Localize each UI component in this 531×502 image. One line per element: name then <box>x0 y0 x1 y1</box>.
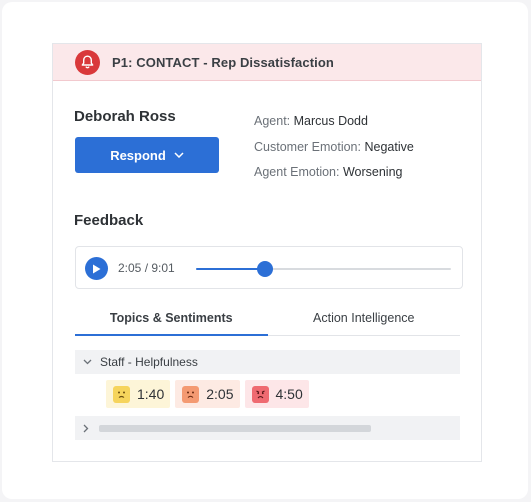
progress-track[interactable] <box>196 261 451 277</box>
agent-value: Marcus Dodd <box>293 114 368 128</box>
agent-label: Agent: <box>254 114 291 128</box>
customer-emotion-label: Customer Emotion: <box>254 139 361 154</box>
alert-title: P1: CONTACT - Rep Dissatisfaction <box>112 54 334 70</box>
tab-action-intelligence[interactable]: Action Intelligence <box>268 301 461 335</box>
customer-emotion-value: Negative <box>364 139 414 154</box>
moment-chip[interactable]: 2:05 <box>175 380 240 408</box>
moment-time: 2:05 <box>206 386 234 402</box>
frown-face-icon <box>182 385 200 403</box>
customer-emotion-line: Customer Emotion: Negative <box>254 135 414 161</box>
play-icon <box>93 264 101 273</box>
progress-fill <box>196 268 265 270</box>
agent-line: Agent: Marcus Dodd <box>254 109 414 135</box>
tab-bar: Topics & Sentiments Action Intelligence <box>75 301 460 336</box>
chevron-right-icon <box>83 424 89 432</box>
play-button[interactable] <box>85 257 108 280</box>
contact-meta: Agent: Marcus Dodd Customer Emotion: Neg… <box>254 109 414 186</box>
moment-time: 4:50 <box>275 386 303 402</box>
page-background: P1: CONTACT - Rep Dissatisfaction Debora… <box>2 2 528 499</box>
tab-topics-sentiments[interactable]: Topics & Sentiments <box>75 301 268 336</box>
moment-chip[interactable]: 1:40 <box>106 380 171 408</box>
contact-card: P1: CONTACT - Rep Dissatisfaction Debora… <box>52 43 482 462</box>
feedback-title: Feedback <box>74 212 144 229</box>
chevron-down-icon <box>174 152 184 158</box>
playback-time: 2:05 / 9:01 <box>118 261 175 275</box>
agent-emotion-value: Worsening <box>342 165 403 179</box>
angry-face-icon <box>251 385 269 403</box>
moment-chip[interactable]: 4:50 <box>244 380 309 408</box>
scrubber-handle[interactable] <box>256 261 273 277</box>
respond-button[interactable]: Respond <box>75 137 219 173</box>
topic-row-collapsed[interactable] <box>75 416 460 440</box>
alert-banner: P1: CONTACT - Rep Dissatisfaction <box>53 44 481 81</box>
respond-button-label: Respond <box>110 147 166 163</box>
chevron-down-icon <box>83 359 92 365</box>
customer-name: Deborah Ross <box>74 108 176 125</box>
moment-time: 1:40 <box>137 386 165 402</box>
sentiment-moments: 1:40 2:05 4:50 <box>106 380 314 408</box>
frown-face-icon <box>113 385 130 403</box>
bell-icon <box>75 49 100 75</box>
loading-placeholder <box>99 424 371 432</box>
topic-label: Staff - Helpfulness <box>100 355 198 369</box>
agent-emotion-line: Agent Emotion: Worsening <box>254 160 414 186</box>
topic-row-staff-helpfulness[interactable]: Staff - Helpfulness <box>75 350 460 374</box>
agent-emotion-label: Agent Emotion: <box>254 165 340 179</box>
audio-player: 2:05 / 9:01 <box>75 246 463 289</box>
